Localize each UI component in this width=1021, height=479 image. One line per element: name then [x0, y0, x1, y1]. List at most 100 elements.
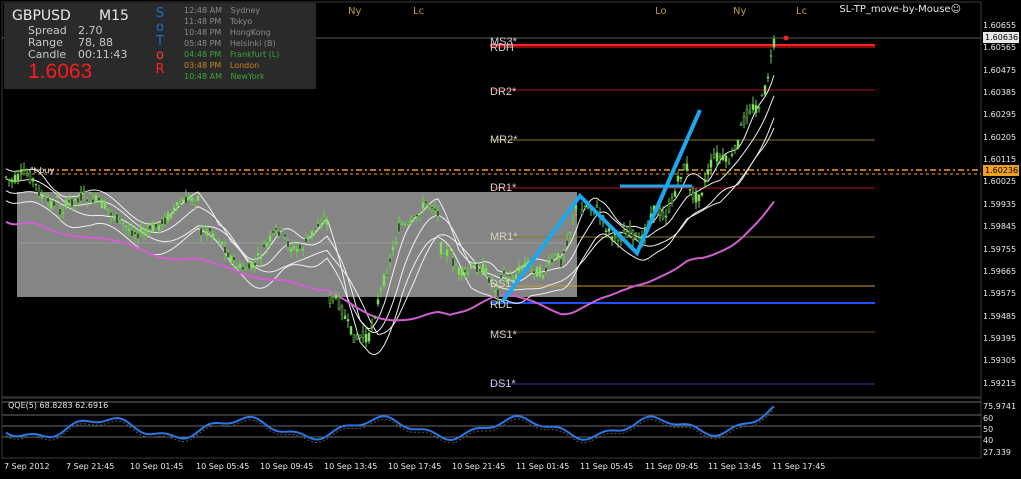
candle-body [703, 179, 707, 183]
candle-body [673, 191, 677, 197]
price-tick-label: 1.59215 [983, 378, 1017, 388]
candle-body [724, 155, 728, 162]
candle-body [37, 188, 41, 197]
candle-body [4, 176, 8, 178]
clock-time: 10:48 AM [184, 72, 222, 81]
candle-body [94, 194, 98, 201]
candle-body [466, 273, 470, 275]
candle-body [748, 111, 752, 114]
price-tick-label: 1.60295 [983, 110, 1017, 120]
candle-body [610, 236, 614, 241]
clock-row: 04:48 PM Frankfurt (L) [184, 49, 279, 60]
candle-body [325, 219, 329, 225]
candle-body [427, 204, 431, 206]
clock-row: 03:48 PM London [184, 60, 259, 71]
candle-body [313, 227, 317, 230]
candle-body [160, 218, 164, 225]
candle-body [769, 55, 773, 57]
candle-body [43, 196, 47, 198]
candle-body [253, 262, 257, 266]
candle-body [535, 266, 539, 277]
candle-body [10, 179, 14, 183]
candle-body [757, 107, 761, 109]
candle-body [448, 251, 452, 254]
candle-body [730, 154, 734, 156]
clock-city: Frankfurt (L) [227, 50, 280, 59]
candle-body [301, 248, 305, 251]
candle-body [454, 266, 458, 269]
session-marker: Ny [348, 6, 362, 17]
candle-body [166, 212, 170, 221]
price-tick-label: 1.59935 [983, 199, 1017, 209]
time-tick-label: 7 Sep 21:45 [66, 462, 115, 471]
candle-body [409, 219, 413, 224]
price-tick-label: 1.60115 [983, 155, 1017, 165]
price-tick-label: 1.59305 [983, 356, 1017, 366]
candle-body [70, 198, 74, 208]
candle-body [421, 202, 425, 209]
candle-body [7, 178, 11, 181]
candle-body [73, 198, 77, 201]
candle-body [346, 319, 350, 322]
candle-body [133, 231, 137, 235]
time-tick-label: 10 Sep 05:45 [196, 462, 250, 471]
candle-body [55, 196, 59, 199]
time-tick-label: 10 Sep 09:45 [260, 462, 314, 471]
candle-body [316, 223, 320, 228]
candle-body [91, 199, 95, 204]
candle-body [145, 231, 149, 233]
candle-body [139, 227, 143, 233]
candle-body [244, 270, 248, 273]
candle-body [190, 197, 194, 202]
candle-body [394, 241, 398, 244]
candle-body [400, 223, 404, 225]
candle-body [604, 230, 608, 232]
candle-body [184, 196, 188, 204]
candle-body [559, 258, 563, 268]
pivot-level-label: MR1* [490, 231, 518, 243]
price-tick-label: 1.60475 [983, 65, 1017, 75]
candle-body [541, 275, 545, 278]
candle-body [202, 227, 206, 230]
candle-body [211, 233, 215, 238]
candle-body [115, 213, 119, 224]
candle-body [697, 194, 701, 202]
candle-body [172, 207, 176, 211]
candle-body [388, 257, 392, 263]
candle-body [517, 266, 521, 272]
pivot-level-label: DS1* [490, 278, 516, 290]
candle-body [679, 176, 683, 179]
pivot-level-label: RDL [490, 299, 513, 311]
candle-body [88, 191, 92, 195]
candle-body [544, 267, 548, 272]
clock-row: 11:48 PM Tokyo [184, 16, 252, 27]
candle-body [67, 199, 71, 203]
candle-body [226, 252, 230, 258]
candle-body [367, 332, 371, 342]
candle-body [121, 222, 125, 225]
candle-body [142, 231, 146, 235]
candle-body [217, 241, 221, 243]
candle-body [49, 201, 53, 210]
candle-body [706, 169, 710, 175]
candle-body [391, 246, 395, 251]
candle-body [580, 209, 584, 215]
candle-body [412, 215, 416, 218]
candle-body [232, 256, 236, 261]
candle-body [418, 215, 422, 218]
candle-body [676, 175, 680, 182]
candle-body [763, 85, 767, 95]
pivot-level-label: DR1* [490, 182, 517, 194]
candle-body [229, 255, 233, 263]
candle-body [292, 246, 296, 250]
candle-body [262, 243, 266, 248]
current-price-tag: 1.60636 [983, 32, 1019, 43]
candle-body [127, 228, 131, 232]
candle-body [739, 124, 743, 126]
candle-body [733, 145, 737, 150]
session-letter: o [156, 48, 164, 63]
candle-body [199, 228, 203, 236]
candle-body [496, 288, 500, 298]
clock-row: 12:48 AM Sydney [184, 5, 260, 16]
candle-body [34, 183, 38, 186]
